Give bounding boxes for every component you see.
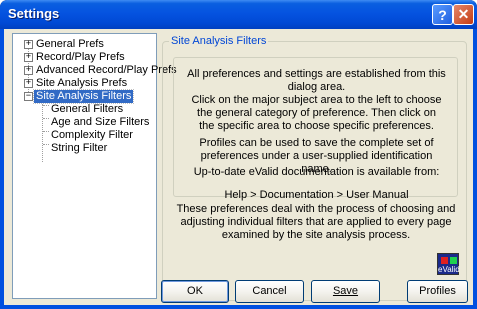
tree-item-record-play-prefs[interactable]: Record/Play Prefs (34, 51, 127, 64)
tree-item-age-size-filters[interactable]: Age and Size Filters (49, 116, 151, 129)
window-title: Settings (8, 6, 60, 21)
info-text: All preferences and settings are establi… (187, 68, 446, 93)
settings-window: Settings ? ✕ + General Prefs + Record/Pl… (0, 0, 477, 309)
close-button[interactable]: ✕ (453, 4, 474, 25)
site-analysis-filters-group: Site Analysis Filters All preferences an… (162, 35, 467, 301)
cancel-button[interactable]: Cancel (235, 280, 304, 303)
info-text: Click on the major subject area to the l… (191, 94, 442, 132)
tree-item-general-prefs[interactable]: General Prefs (34, 38, 106, 51)
logo-red-square (441, 257, 448, 264)
title-bar[interactable]: Settings ? ✕ (0, 0, 477, 29)
help-button[interactable]: ? (432, 4, 453, 25)
tree-item-complexity-filter[interactable]: Complexity Filter (49, 129, 135, 142)
close-icon: ✕ (457, 6, 470, 22)
collapse-icon[interactable]: − (24, 92, 33, 101)
tree-item-site-analysis-prefs[interactable]: Site Analysis Prefs (34, 77, 129, 90)
logo-green-square (450, 257, 457, 264)
window-frame-bottom (0, 305, 477, 309)
profiles-button[interactable]: Profiles (407, 280, 468, 303)
group-title: Site Analysis Filters (169, 35, 269, 47)
expand-icon[interactable]: + (24, 53, 33, 62)
ok-button[interactable]: OK (161, 280, 229, 303)
tree-item-site-analysis-filters[interactable]: Site Analysis Filters (32, 89, 135, 104)
tree-connector (42, 104, 43, 162)
tree-item-general-filters[interactable]: General Filters (49, 103, 125, 116)
info-text: Up-to-date eValid documentation is avail… (193, 166, 440, 178)
expand-icon[interactable]: + (24, 66, 33, 75)
logo-text: eValid (438, 265, 460, 274)
info-text: Help > Documentation > User Manual (224, 189, 409, 201)
info-box: All preferences and settings are establi… (173, 57, 458, 201)
evalid-logo: eValid (437, 253, 460, 275)
tree-item-advanced-record-play-prefs[interactable]: Advanced Record/Play Prefs (34, 64, 179, 77)
expand-icon[interactable]: + (24, 79, 33, 88)
save-button[interactable]: Save (311, 280, 380, 303)
window-frame-right (473, 29, 477, 309)
filter-description: These preferences deal with the process … (176, 203, 456, 241)
tree-item-string-filter[interactable]: String Filter (49, 142, 109, 155)
preferences-tree[interactable]: + General Prefs + Record/Play Prefs + Ad… (12, 33, 177, 299)
dialog-client-area: + General Prefs + Record/Play Prefs + Ad… (4, 29, 473, 305)
question-icon: ? (438, 6, 447, 23)
expand-icon[interactable]: + (24, 40, 33, 49)
